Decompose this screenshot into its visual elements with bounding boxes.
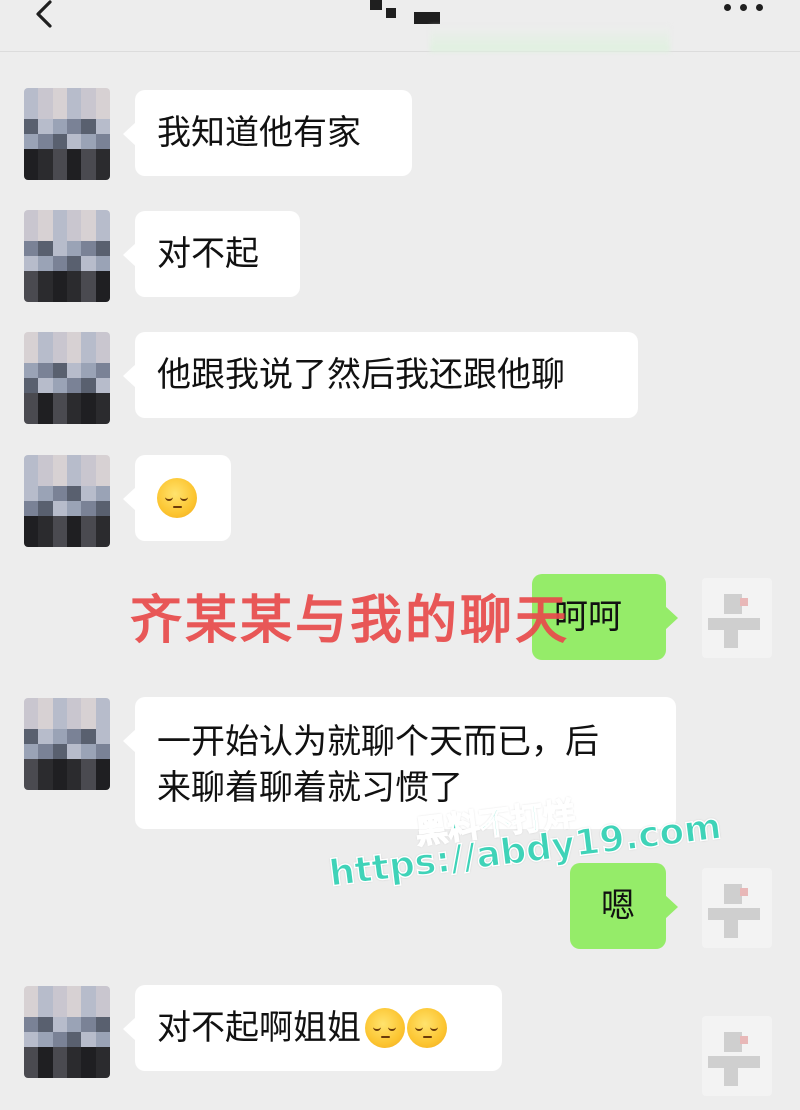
message-bubble: 对不起啊姐姐 [123, 985, 502, 1071]
message-bubble: 他跟我说了然后我还跟他聊 [123, 332, 638, 418]
message-bubble: 对不起 [123, 211, 300, 297]
message-bubble: 我知道他有家 [123, 90, 412, 176]
message-bubble-outgoing: 嗯 [570, 863, 678, 949]
pensive-face-icon [157, 478, 197, 518]
avatar[interactable] [24, 986, 110, 1078]
back-arrow-icon[interactable] [30, 0, 60, 30]
avatar[interactable] [24, 210, 110, 302]
contact-name-redacted [370, 0, 450, 26]
avatar[interactable] [24, 698, 110, 790]
more-options-icon[interactable] [722, 0, 766, 16]
message-text: 嗯 [601, 886, 635, 926]
header-highlight [430, 26, 670, 52]
message-text: 对不起啊姐姐 [157, 1008, 361, 1048]
avatar[interactable] [24, 455, 110, 547]
pensive-face-icon [365, 1008, 405, 1048]
chat-header [0, 0, 800, 52]
message-bubble [123, 455, 231, 541]
message-text: 对不起 [157, 234, 259, 274]
message-text: 我知道他有家 [157, 113, 361, 153]
avatar[interactable] [24, 88, 110, 180]
message-text-line: 一开始认为就聊个天而已，后 [157, 722, 599, 762]
overlay-caption: 齐某某与我的聊天 [130, 591, 571, 651]
pensive-face-icon [407, 1008, 447, 1048]
avatar[interactable] [24, 332, 110, 424]
message-text-line: 来聊着聊着就习惯了 [157, 768, 463, 808]
message-text: 他跟我说了然后我还跟他聊 [157, 355, 565, 395]
self-avatar[interactable] [702, 578, 772, 658]
message-bubble: 一开始认为就聊个天而已，后 来聊着聊着就习惯了 [123, 697, 676, 829]
self-avatar[interactable] [702, 1016, 772, 1096]
self-avatar[interactable] [702, 868, 772, 948]
